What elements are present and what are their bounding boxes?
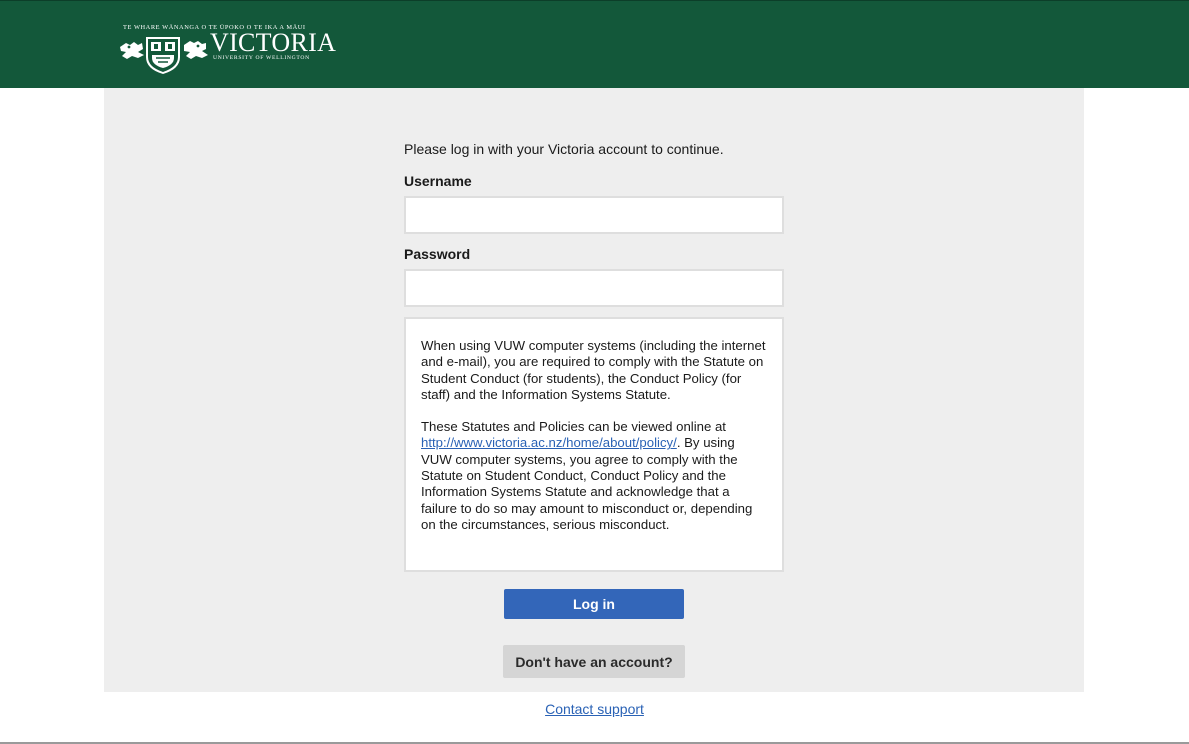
acceptable-use-notice: When using VUW computer systems (includi… xyxy=(404,317,784,572)
notice-paragraph-2: These Statutes and Policies can be viewe… xyxy=(421,419,767,533)
login-intro-text: Please log in with your Victoria account… xyxy=(404,141,724,157)
policy-link[interactable]: http://www.victoria.ac.nz/home/about/pol… xyxy=(421,435,677,450)
username-input[interactable] xyxy=(404,196,784,234)
notice-paragraph-1: When using VUW computer systems (includi… xyxy=(421,338,766,402)
support-footer: Contact support xyxy=(0,701,1189,717)
header-bar: TE WHARE WĀNANGA O TE ŪPOKO O TE IKA A M… xyxy=(0,0,1189,88)
contact-support-link[interactable]: Contact support xyxy=(545,701,644,717)
login-button[interactable]: Log in xyxy=(504,589,684,619)
logo-subtitle: UNIVERSITY OF WELLINGTON xyxy=(213,55,310,61)
notice-text-before-link: These Statutes and Policies can be viewe… xyxy=(421,419,726,435)
crest-icon xyxy=(120,37,208,74)
username-label: Username xyxy=(404,173,472,189)
password-input[interactable] xyxy=(404,269,784,307)
victoria-university-logo[interactable]: TE WHARE WĀNANGA O TE ŪPOKO O TE IKA A M… xyxy=(118,21,338,77)
no-account-button[interactable]: Don't have an account? xyxy=(503,645,685,678)
password-label: Password xyxy=(404,246,471,262)
logo-wordmark: VICTORIA xyxy=(210,28,337,57)
